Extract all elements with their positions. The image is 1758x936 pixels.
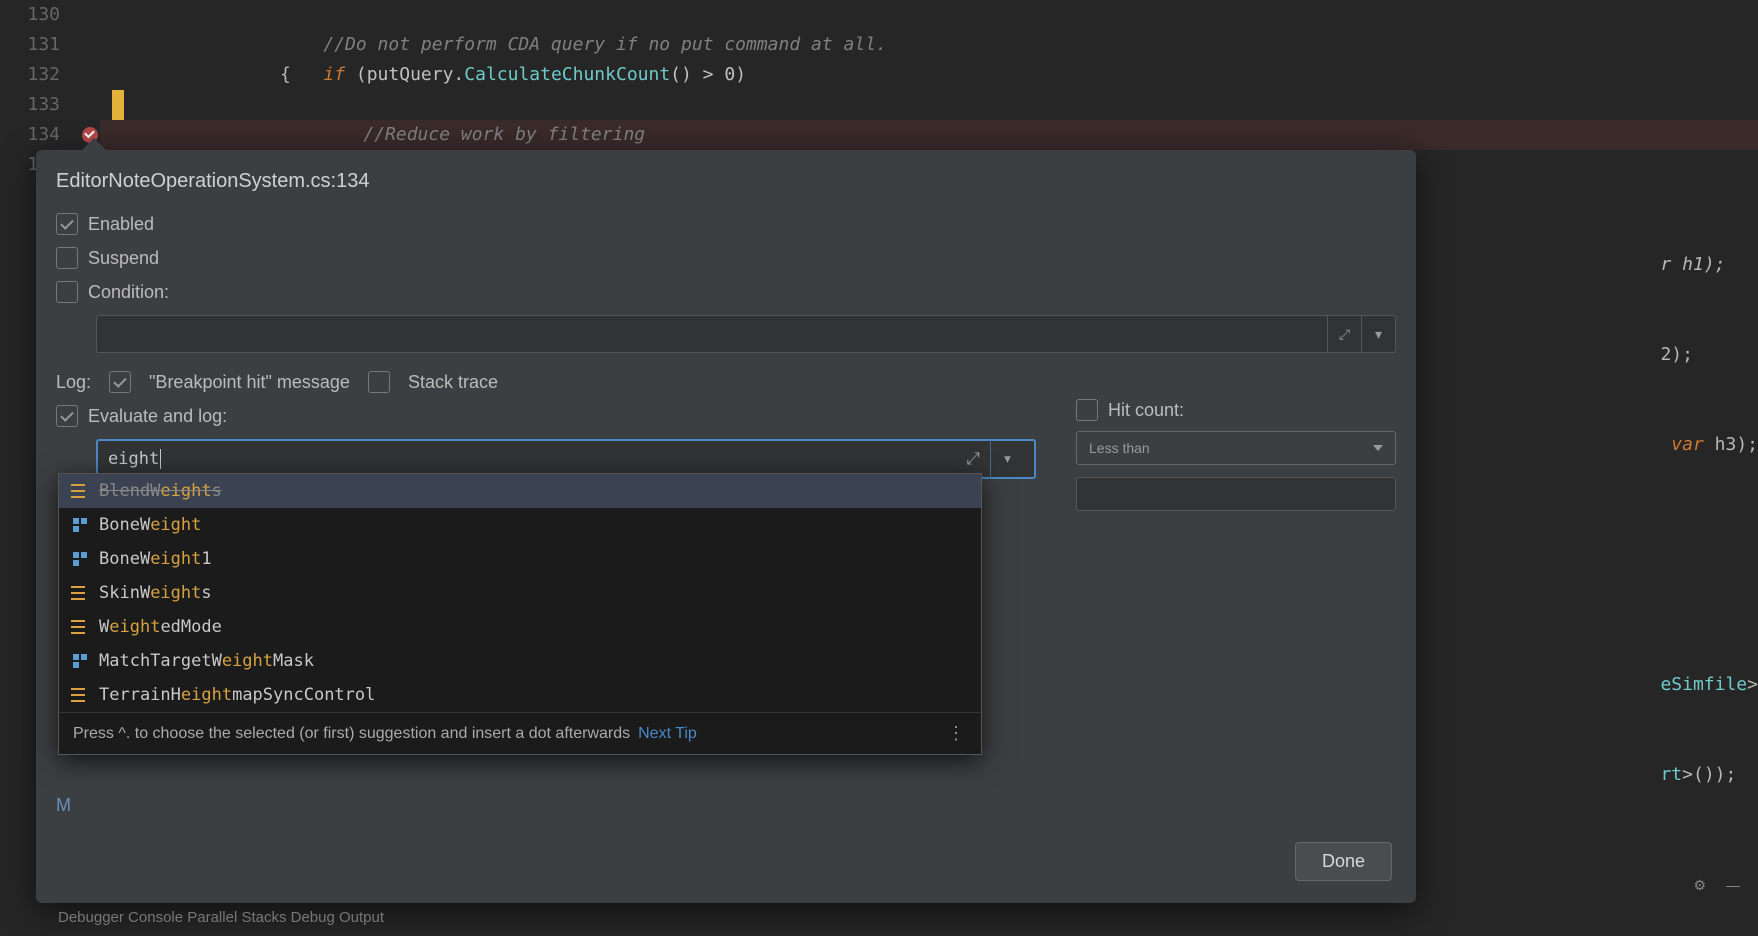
condition-checkbox[interactable] [56, 281, 78, 303]
enum-icon [71, 484, 89, 498]
autocomplete-hint: Press ^. to choose the selected (or firs… [73, 725, 630, 743]
bp-hit-checkbox[interactable] [109, 371, 131, 393]
autocomplete-item[interactable]: BoneWeight1 [59, 542, 981, 576]
chevron-down-icon[interactable]: ▾ [990, 440, 1024, 478]
autocomplete-item[interactable]: MatchTargetWeightMask [59, 644, 981, 678]
struct-icon [71, 654, 89, 668]
autocomplete-item-label: WeightedMode [99, 617, 222, 637]
more-link[interactable]: M [56, 795, 71, 816]
enabled-label: Enabled [88, 214, 154, 235]
expand-icon[interactable]: ⤢ [1327, 315, 1361, 353]
autocomplete-item-label: BlendWeights [99, 481, 222, 501]
log-label: Log: [56, 372, 91, 393]
stacktrace-label: Stack trace [408, 372, 498, 393]
breakpoint-popup: EditorNoteOperationSystem.cs:134 Enabled… [36, 150, 1416, 903]
next-tip-link[interactable]: Next Tip [638, 725, 697, 743]
hitcount-label: Hit count: [1108, 400, 1184, 421]
suspend-label: Suspend [88, 248, 159, 269]
code-line: { [280, 60, 291, 90]
autocomplete-item-label: TerrainHeightmapSyncControl [99, 685, 375, 705]
minimize-icon[interactable]: — [1726, 877, 1740, 894]
eval-log-checkbox[interactable] [56, 405, 78, 427]
enum-icon [71, 586, 89, 600]
enabled-checkbox[interactable] [56, 213, 78, 235]
chevron-down-icon [1373, 445, 1383, 451]
partial-code-right: r h1); 2); var h3); eSimfile> rt>()); [1660, 190, 1758, 850]
hitcount-value-input[interactable] [1076, 477, 1396, 511]
hitcount-checkbox[interactable] [1076, 399, 1098, 421]
eval-log-label: Evaluate and log: [88, 406, 227, 427]
bp-hit-label: "Breakpoint hit" message [149, 372, 350, 393]
autocomplete-item[interactable]: SkinWeights [59, 576, 981, 610]
condition-input[interactable]: ⤢ ▾ [96, 315, 1396, 353]
line-number: 130 [0, 0, 60, 30]
line-number: 134 [0, 120, 60, 150]
bottom-tabs[interactable]: Debugger Console Parallel Stacks Debug O… [58, 909, 384, 926]
struct-icon [71, 552, 89, 566]
condition-label: Condition: [88, 282, 169, 303]
line-number: 133 [0, 90, 60, 120]
suspend-checkbox[interactable] [56, 247, 78, 269]
struct-icon [71, 518, 89, 532]
enum-icon [71, 688, 89, 702]
stacktrace-checkbox[interactable] [368, 371, 390, 393]
autocomplete-item-label: SkinWeights [99, 583, 212, 603]
autocomplete-item[interactable]: BoneWeight [59, 508, 981, 542]
autocomplete-item[interactable]: BlendWeights [59, 474, 981, 508]
autocomplete-item[interactable]: TerrainHeightmapSyncControl [59, 678, 981, 712]
autocomplete-item-label: MatchTargetWeightMask [99, 651, 314, 671]
autocomplete-item-label: BoneWeight [99, 515, 201, 535]
line-number: 131 [0, 30, 60, 60]
line-number: 132 [0, 60, 60, 90]
text-caret [160, 449, 161, 469]
chevron-down-icon[interactable]: ▾ [1361, 315, 1395, 353]
autocomplete-item[interactable]: WeightedMode [59, 610, 981, 644]
done-button[interactable]: Done [1295, 842, 1392, 881]
autocomplete-popup: BlendWeights BoneWeight BoneWeight1 SkinWei… [58, 473, 982, 755]
more-icon[interactable]: ⋮ [947, 723, 967, 744]
keyword: if [323, 64, 345, 85]
gear-icon[interactable]: ⚙ [1693, 877, 1706, 894]
hitcount-mode-select[interactable]: Less than [1076, 431, 1396, 465]
autocomplete-item-label: BoneWeight1 [99, 549, 212, 569]
popup-title: EditorNoteOperationSystem.cs:134 [36, 170, 1416, 207]
enum-icon [71, 620, 89, 634]
